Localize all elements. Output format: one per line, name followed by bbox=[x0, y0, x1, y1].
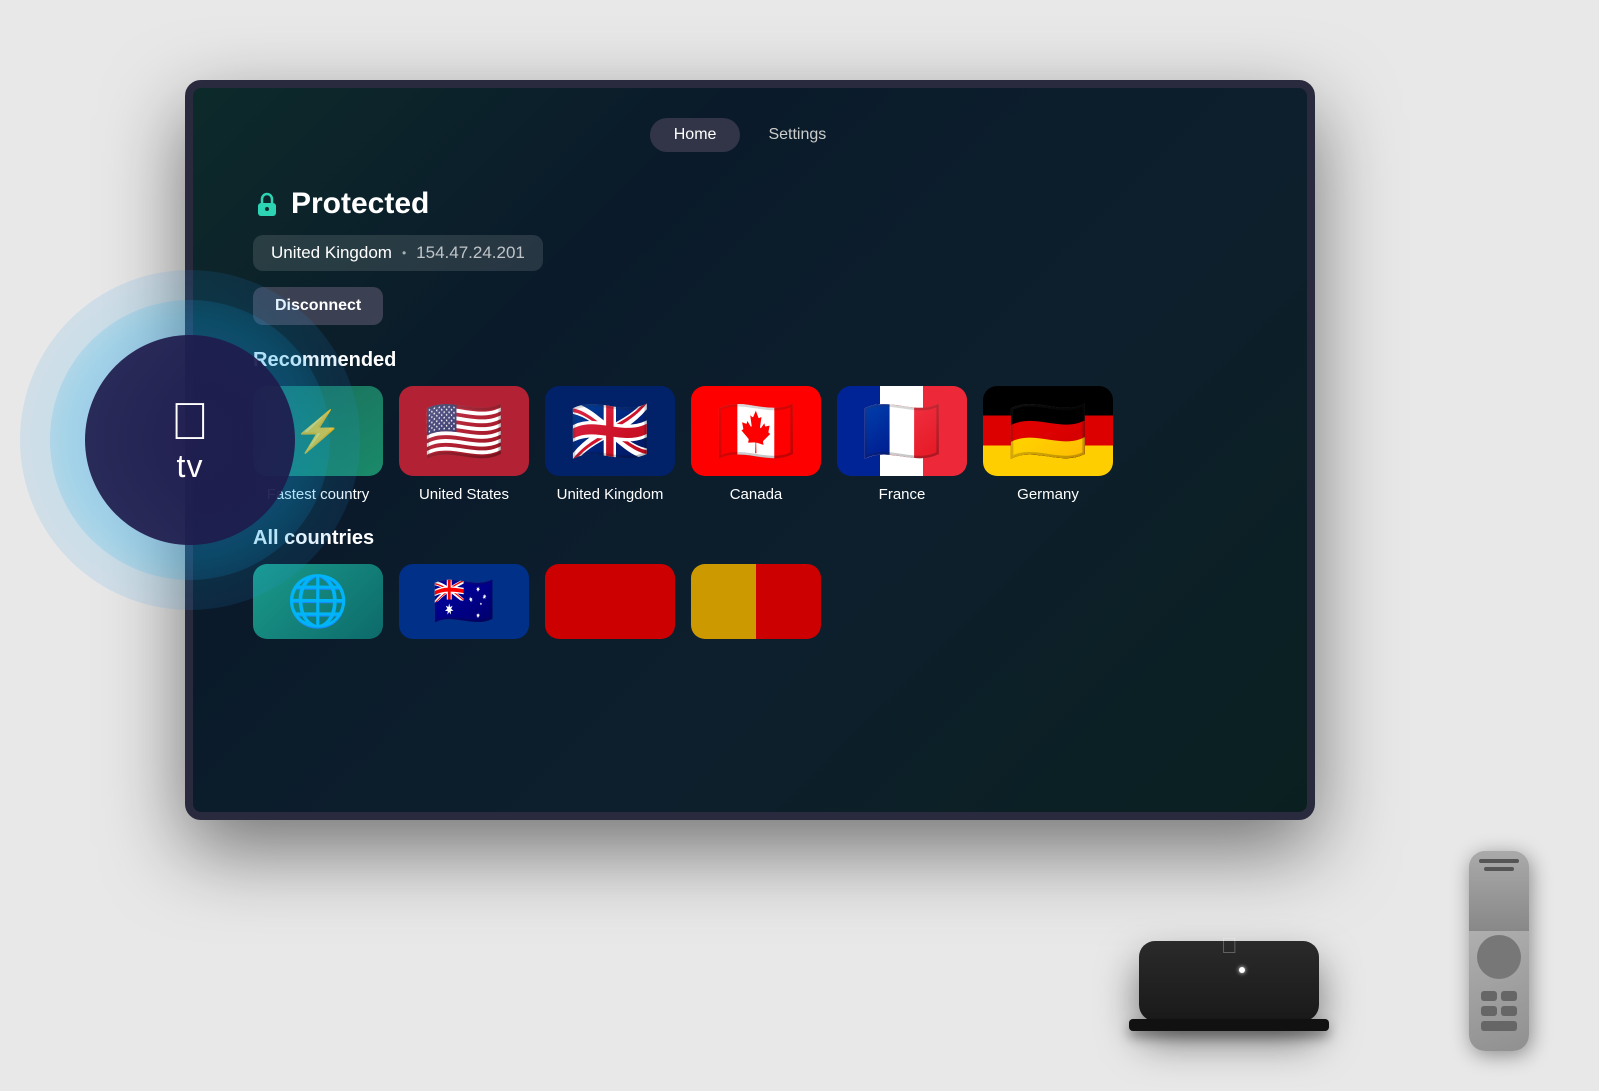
ca-country-item[interactable]: 🇨🇦 Canada bbox=[691, 386, 821, 503]
connection-info: United Kingdom • 154.47.24.201 bbox=[253, 235, 543, 271]
recommended-title: Recommended bbox=[253, 349, 1247, 372]
de-label: Germany bbox=[1017, 486, 1079, 503]
all-country-flag-partial-4[interactable] bbox=[691, 564, 821, 639]
all-countries-title: All countries bbox=[253, 527, 1247, 550]
appletv-box:  bbox=[1119, 901, 1339, 1061]
protected-badge: Protected bbox=[253, 187, 1247, 221]
de-flag: 🇩🇪 bbox=[983, 386, 1113, 476]
uk-flag: 🇬🇧 bbox=[545, 386, 675, 476]
de-country-item[interactable]: 🇩🇪 Germany bbox=[983, 386, 1113, 503]
tv-content: Home Settings Protected United Kingdom •… bbox=[193, 88, 1307, 812]
box-base bbox=[1129, 1019, 1329, 1031]
remote-trackpad[interactable] bbox=[1477, 935, 1521, 979]
box-body:  bbox=[1139, 941, 1319, 1021]
protected-text: Protected bbox=[291, 187, 429, 221]
us-flag: 🇺🇸 bbox=[399, 386, 529, 476]
appletv-circles:  tv bbox=[20, 270, 360, 610]
top-nav: Home Settings bbox=[253, 118, 1247, 152]
fr-flag: 🇫🇷 bbox=[837, 386, 967, 476]
box-light bbox=[1239, 967, 1245, 973]
remote-buttons bbox=[1469, 983, 1529, 1039]
appletv-label: tv bbox=[177, 448, 204, 485]
remote-btn-row-3 bbox=[1481, 1021, 1517, 1031]
remote-btn-2[interactable] bbox=[1501, 991, 1517, 1001]
remote-menu-bar-2 bbox=[1484, 867, 1514, 871]
apple-logo-icon:  bbox=[171, 396, 210, 448]
uk-country-item[interactable]: 🇬🇧 United Kingdom bbox=[545, 386, 675, 503]
remote-btn-3[interactable] bbox=[1481, 1006, 1497, 1016]
us-country-item[interactable]: 🇺🇸 United States bbox=[399, 386, 529, 503]
recommended-grid: ⚡ Fastest country 🇺🇸 United States 🇬🇧 Un… bbox=[253, 386, 1247, 503]
remote-btn-5[interactable] bbox=[1481, 1021, 1517, 1031]
box-apple-icon:  bbox=[1221, 933, 1238, 959]
ca-flag: 🇨🇦 bbox=[691, 386, 821, 476]
all-countries-section: All countries 🌐 🇦🇺 bbox=[253, 527, 1247, 639]
remote-btn-row-2 bbox=[1481, 1006, 1517, 1016]
remote-body bbox=[1469, 851, 1529, 1051]
fr-label: France bbox=[879, 486, 926, 503]
all-country-grid: 🌐 🇦🇺 bbox=[253, 564, 1247, 639]
remote-btn-4[interactable] bbox=[1501, 1006, 1517, 1016]
lock-icon bbox=[253, 190, 281, 218]
all-country-flag-au[interactable]: 🇦🇺 bbox=[399, 564, 529, 639]
remote-btn-1[interactable] bbox=[1481, 991, 1497, 1001]
tab-settings[interactable]: Settings bbox=[744, 118, 850, 152]
circle-inner:  tv bbox=[85, 335, 295, 545]
remote-btn-row-1 bbox=[1481, 991, 1517, 1001]
fr-country-item[interactable]: 🇫🇷 France bbox=[837, 386, 967, 503]
ca-label: Canada bbox=[730, 486, 783, 503]
connection-dot: • bbox=[402, 246, 406, 260]
connection-ip: 154.47.24.201 bbox=[416, 243, 525, 263]
remote-menu-bar-1 bbox=[1479, 859, 1519, 863]
us-label: United States bbox=[419, 486, 509, 503]
status-section: Protected United Kingdom • 154.47.24.201… bbox=[253, 187, 1247, 325]
all-country-flag-partial-red[interactable] bbox=[545, 564, 675, 639]
uk-label: United Kingdom bbox=[557, 486, 664, 503]
connection-country: United Kingdom bbox=[271, 243, 392, 263]
remote bbox=[1469, 851, 1539, 1071]
tab-home[interactable]: Home bbox=[650, 118, 741, 152]
remote-top bbox=[1469, 851, 1529, 931]
